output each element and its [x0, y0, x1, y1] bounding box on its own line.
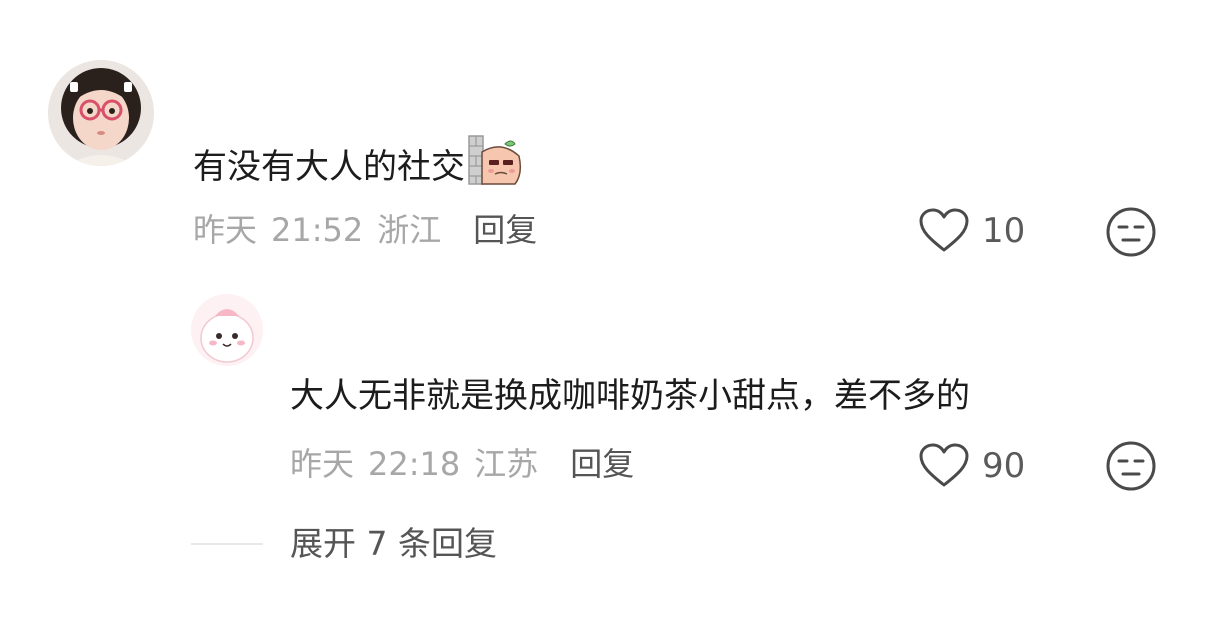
heart-outline-icon: [919, 208, 969, 252]
comment-date: 昨天: [193, 211, 258, 249]
like-button[interactable]: 10: [918, 207, 1025, 255]
like-count: 90: [982, 446, 1026, 486]
expand-replies-button[interactable]: 展开 7 条回复: [290, 524, 497, 564]
reply-button[interactable]: 回复: [570, 445, 634, 483]
unamused-face-icon: [1106, 207, 1156, 257]
avatar-user-2[interactable]: [191, 294, 263, 366]
comment-meta: 昨天 22:18 江苏 回复: [290, 444, 634, 484]
comment-date: 昨天: [290, 445, 355, 483]
avatar-girl-image: [48, 60, 154, 166]
comment-time: 21:52: [271, 211, 364, 249]
avatar-user-1[interactable]: [48, 60, 154, 166]
expand-divider: [191, 543, 263, 545]
like-button[interactable]: 90: [918, 442, 1025, 490]
comment-location: 浙江: [377, 211, 442, 249]
heart-outline-icon: [919, 443, 969, 487]
comment-body: 有没有大人的社交: [193, 147, 465, 187]
comment-body: 大人无非就是换成咖啡奶茶小甜点，差不多的: [290, 376, 970, 416]
reply-button[interactable]: 回复: [473, 211, 537, 249]
comment-location: 江苏: [474, 445, 539, 483]
comment-text: 有没有大人的社交: [193, 135, 523, 199]
comment-meta: 昨天 21:52 浙江 回复: [193, 210, 537, 250]
like-count: 10: [982, 211, 1026, 251]
dislike-button[interactable]: [1105, 440, 1157, 492]
comment-text: 大人无非就是换成咖啡奶茶小甜点，差不多的: [290, 376, 970, 416]
unamused-face-icon: [1106, 441, 1156, 491]
peeking-sticker-icon: [467, 134, 523, 195]
dislike-button[interactable]: [1105, 206, 1157, 258]
comment-time: 22:18: [368, 445, 461, 483]
avatar-pink-character-image: [191, 294, 263, 366]
